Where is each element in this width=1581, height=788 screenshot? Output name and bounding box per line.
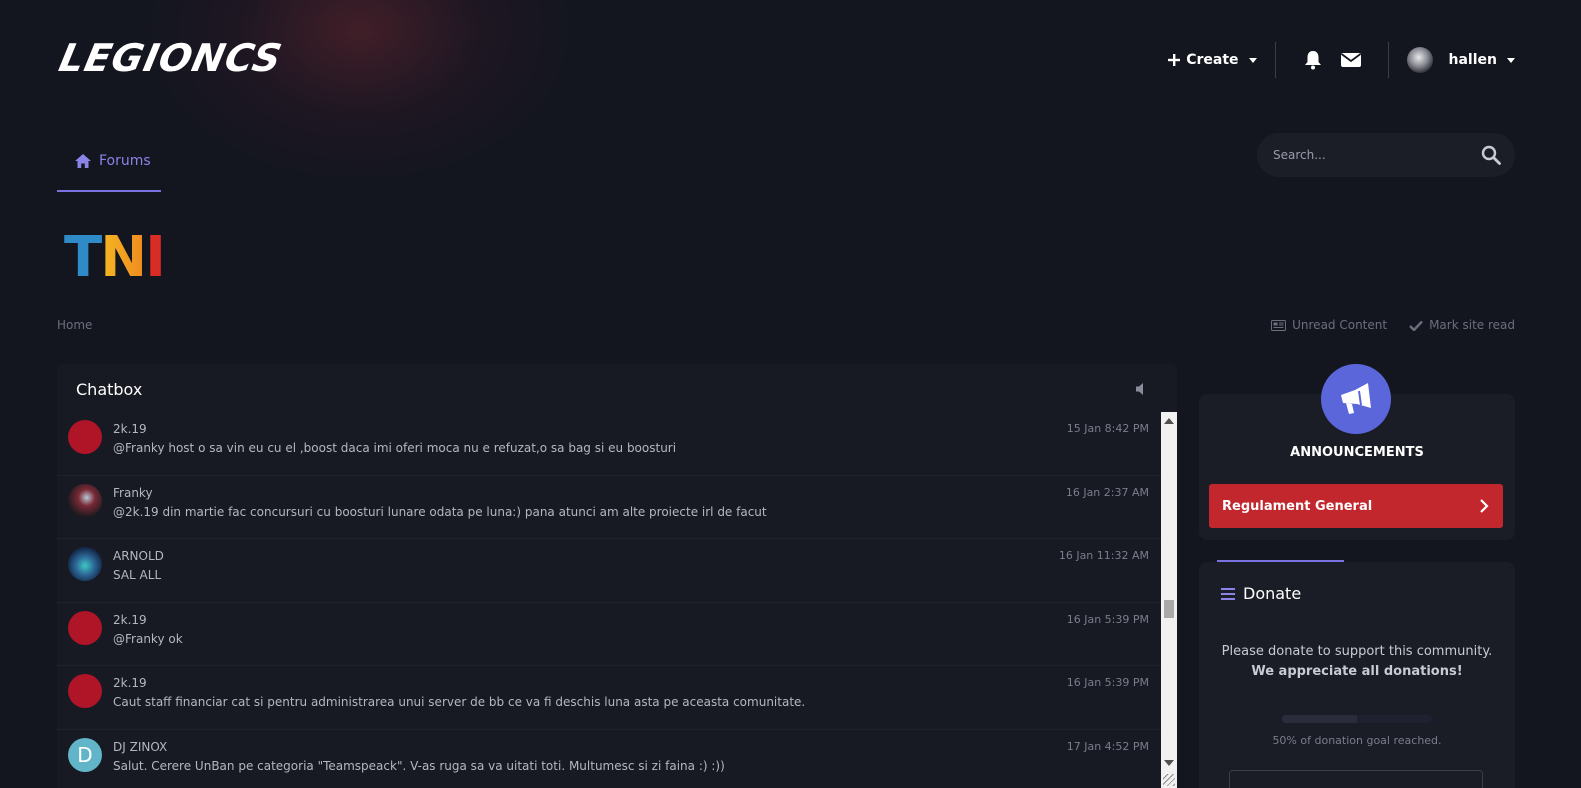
chat-author[interactable]: ARNOLD [113,549,164,563]
chat-message: D DJ ZINOX Salut. Cerere UnBan pe catego… [57,730,1161,788]
chat-message: 2k.19 Caut staff financiar cat si pentru… [57,666,1161,730]
user-avatar [1406,47,1433,73]
chat-text: Caut staff financiar cat si pentru admin… [113,695,806,709]
chat-timestamp: 16 Jan 5:39 PM [1066,612,1149,626]
chat-timestamp: 16 Jan 5:39 PM [1066,676,1149,689]
announcements-badge [1321,364,1391,434]
chat-text: @Franky host o sa vin eu cu el ,boost da… [113,441,677,455]
chevron-down-icon [1507,57,1515,63]
chevron-right-icon [1480,499,1489,513]
search-input[interactable] [1273,148,1463,162]
primary-nav: Forums [57,130,1515,192]
site-logo[interactable]: LEGIONCS [55,36,286,80]
announcements-title: ANNOUNCEMENTS [1290,445,1424,460]
divider [1274,42,1276,78]
chatbox-panel: Chatbox 2k.19 @Franky host o sa vin eu c… [57,364,1177,788]
unread-content-label: Unread Content [1292,318,1388,332]
site-header: LEGIONCS Create hallen [0,0,1581,120]
mark-site-read-link[interactable]: Mark site read [1409,318,1515,332]
banner-letter-t: T [64,225,102,290]
donation-progress-label: 50% of donation goal reached. [1272,734,1442,747]
quick-links: Unread Content Mark site read [1271,318,1515,332]
checkmark-icon [1409,320,1423,331]
bell-icon [1304,51,1321,70]
chat-timestamp: 17 Jan 4:52 PM [1066,739,1149,753]
chat-author[interactable]: DJ ZINOX [113,740,167,754]
chat-text: Salut. Cerere UnBan pe categoria "Teamsp… [113,758,725,773]
chat-timestamp: 15 Jan 8:42 PM [1066,422,1149,435]
chatbox-scrollbar[interactable] [1161,412,1177,788]
donate-description: Please donate to support this community.… [1215,642,1499,682]
donation-progress-fill [1282,715,1357,723]
home-icon [75,154,91,168]
create-label: Create [1186,52,1239,68]
avatar[interactable] [68,610,102,645]
user-menu[interactable]: hallen [1406,47,1515,73]
scroll-up-arrow-icon[interactable] [1164,418,1174,424]
search-icon[interactable] [1481,145,1501,165]
speaker-icon[interactable] [1133,381,1149,397]
banner-letter-n: N [100,225,147,290]
avatar[interactable] [68,547,102,581]
avatar[interactable]: D [68,737,102,772]
breadcrumb-home[interactable]: Home [57,318,92,332]
search-bar [1257,133,1515,177]
community-banner-logo[interactable]: T N I [64,225,166,290]
donation-progress-bar [1282,715,1432,723]
menu-lines-icon [1221,587,1235,600]
chatbox-messages: 2k.19 @Franky host o sa vin eu cu el ,bo… [57,412,1161,788]
announcement-link-label: Regulament General [1222,498,1373,514]
messages-button[interactable] [1340,49,1362,71]
envelope-icon [1340,53,1361,67]
chat-message: ARNOLD SAL ALL 16 Jan 11:32 AM [57,539,1161,603]
chat-timestamp: 16 Jan 11:32 AM [1058,549,1149,562]
active-tab-indicator [57,190,161,192]
avatar[interactable] [68,420,102,454]
avatar[interactable] [68,483,102,518]
chat-message: Franky @2k.19 din martie fac concursuri … [57,476,1161,539]
divider [1387,42,1389,78]
notifications-button[interactable] [1302,49,1324,71]
banner-letter-i: I [145,225,166,290]
donate-text: Please donate to support this community. [1221,644,1493,659]
username: hallen [1448,52,1497,68]
megaphone-icon [1341,383,1371,414]
chatbox-title: Chatbox [76,380,143,399]
donate-header: Donate [1221,584,1301,603]
donation-amount-field[interactable] [1229,770,1483,788]
announcement-link-regulament[interactable]: Regulament General [1209,484,1503,528]
unread-content-link[interactable]: Unread Content [1271,318,1387,332]
create-button[interactable]: Create [1168,52,1257,68]
newspaper-icon [1271,319,1287,331]
chat-message: 2k.19 @Franky ok 16 Jan 5:39 PM [57,603,1161,666]
donate-text-bold: We appreciate all donations! [1251,664,1463,679]
tab-forums-label: Forums [99,153,151,169]
chat-timestamp: 16 Jan 2:37 AM [1065,485,1149,499]
user-nav: Create hallen [1168,40,1515,80]
chat-text: @Franky ok [113,631,183,646]
scroll-down-arrow-icon[interactable] [1164,760,1174,766]
chat-message: 2k.19 @Franky host o sa vin eu cu el ,bo… [57,412,1161,476]
mark-site-read-label: Mark site read [1429,318,1515,332]
avatar[interactable] [68,674,102,708]
chat-author[interactable]: Franky [113,486,153,500]
chat-text: @2k.19 din martie fac concursuri cu boos… [113,504,767,519]
chat-author[interactable]: 2k.19 [113,613,147,627]
chat-text: SAL ALL [113,568,162,582]
plus-icon [1168,54,1181,66]
tab-forums[interactable]: Forums [57,130,161,192]
resize-handle[interactable] [1163,774,1175,786]
scrollbar-thumb[interactable] [1164,600,1174,618]
donate-widget: Donate Please donate to support this com… [1199,562,1515,788]
chat-author[interactable]: 2k.19 [113,676,147,690]
donate-title: Donate [1243,584,1302,603]
chevron-down-icon [1248,57,1257,63]
chat-author[interactable]: 2k.19 [113,422,147,436]
